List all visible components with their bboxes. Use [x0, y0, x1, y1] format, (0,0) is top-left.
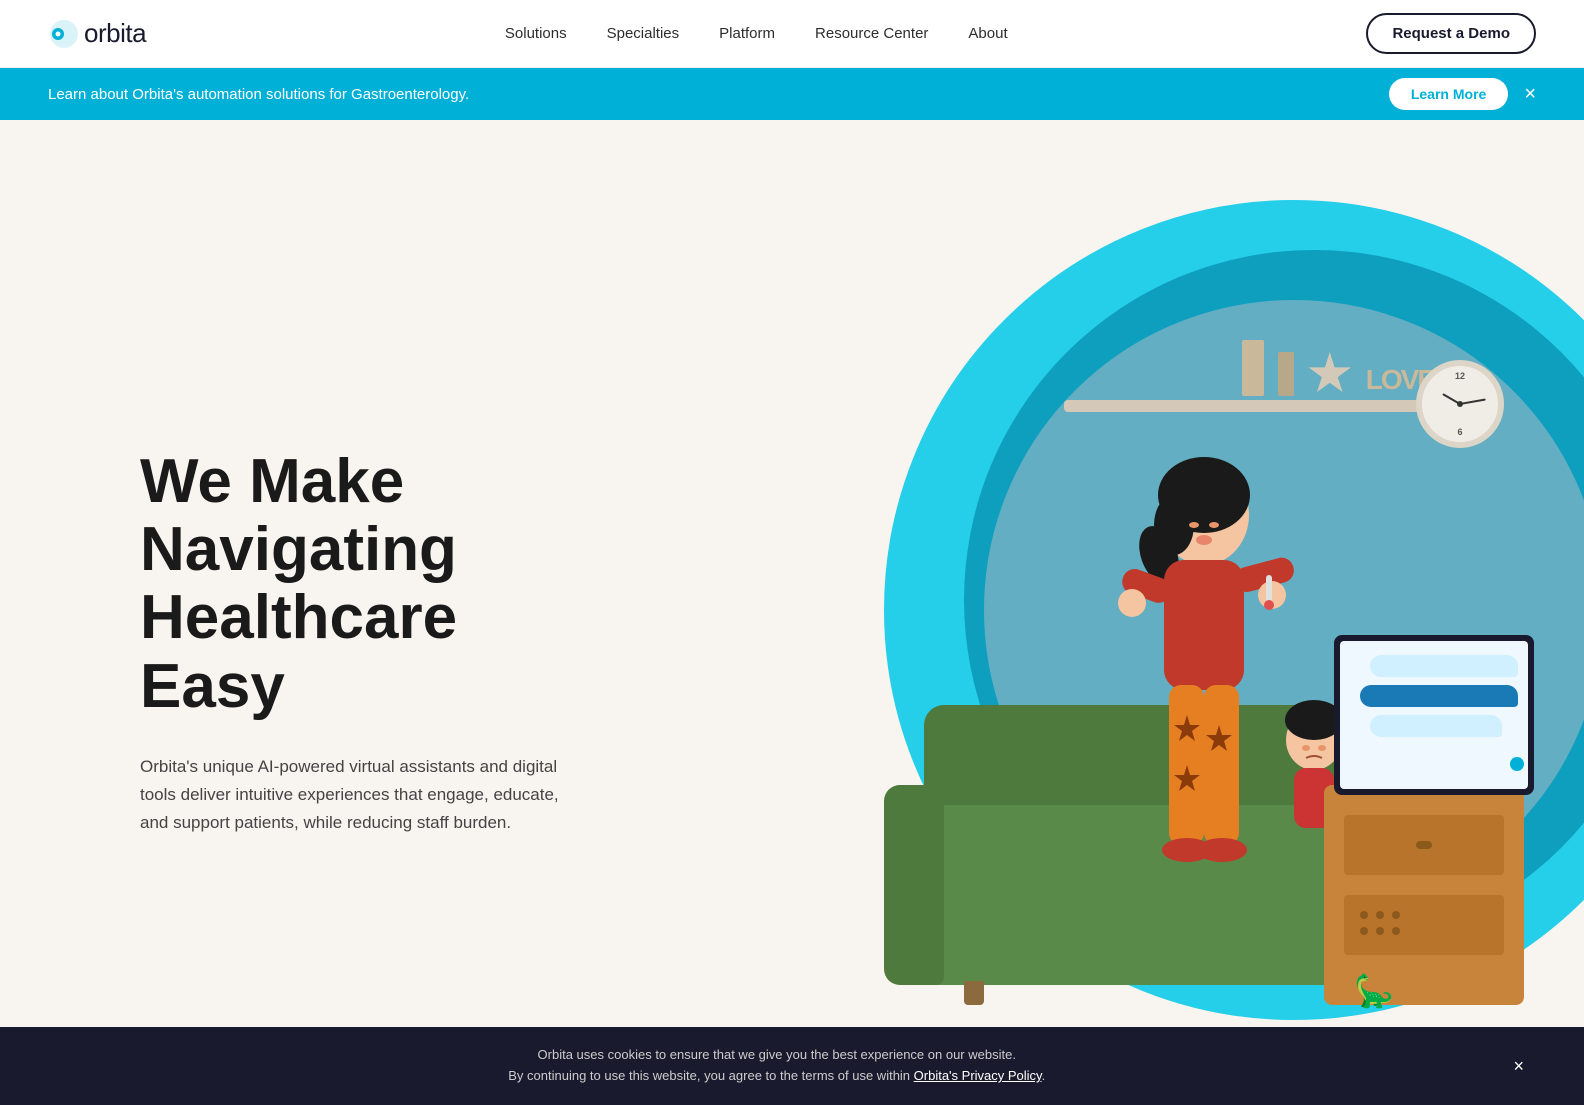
hero-section: We Make Navigating Healthcare Easy Orbit… [0, 120, 1584, 1105]
dot-row-2 [1360, 927, 1504, 935]
drawer-handle-1 [1416, 841, 1432, 849]
dinosaur-toy: 🦕 [1354, 972, 1394, 1010]
hero-illustration: LOVE 12 6 [634, 120, 1584, 1105]
couch-leg-1 [964, 981, 984, 1005]
chat-bubble-2 [1360, 685, 1518, 707]
banner-close-button[interactable]: × [1524, 84, 1536, 104]
chat-bubble-3 [1370, 715, 1502, 737]
laptop-screen [1340, 641, 1528, 789]
logo[interactable]: orbita [48, 18, 146, 50]
nav-specialties[interactable]: Specialties [607, 25, 680, 43]
nav-links: Solutions Specialties Platform Resource … [505, 25, 1008, 43]
nav-solutions[interactable]: Solutions [505, 25, 567, 43]
nav-about[interactable]: About [968, 25, 1007, 43]
dot [1360, 927, 1368, 935]
nav-resource-center[interactable]: Resource Center [815, 25, 928, 43]
hero-title: We Make Navigating Healthcare Easy [140, 448, 560, 721]
dot [1392, 927, 1400, 935]
cookie-banner: Orbita uses cookies to ensure that we gi… [0, 1027, 1584, 1105]
clock-6: 6 [1457, 427, 1462, 437]
shelf-star [1308, 352, 1352, 396]
dot [1376, 927, 1384, 935]
laptop [1334, 635, 1534, 795]
shelf-items: LOVE [1242, 340, 1434, 396]
dot [1360, 911, 1368, 919]
clock-face: 12 6 [1425, 369, 1495, 439]
request-demo-button[interactable]: Request a Demo [1366, 13, 1536, 54]
nightstand-drawer-top [1344, 815, 1504, 875]
couch-arm-left [884, 785, 944, 985]
privacy-policy-link[interactable]: Orbita's Privacy Policy [914, 1068, 1042, 1083]
hero-content: We Make Navigating Healthcare Easy Orbit… [0, 448, 560, 837]
dot-row-1 [1360, 911, 1504, 919]
cookie-line1: Orbita uses cookies to ensure that we gi… [538, 1047, 1016, 1062]
drawer-dots [1344, 895, 1504, 935]
clock-12: 12 [1455, 371, 1465, 381]
chat-bubble-1 [1370, 655, 1518, 677]
dot [1376, 911, 1384, 919]
cookie-close-button[interactable]: × [1513, 1056, 1524, 1077]
orbita-logo-icon [48, 18, 80, 50]
banner-text: Learn about Orbita's automation solution… [48, 86, 469, 103]
cookie-line2: By continuing to use this website, you a… [508, 1068, 913, 1083]
clock-center-dot [1457, 401, 1463, 407]
nightstand-drawer-bottom [1344, 895, 1504, 955]
learn-more-button[interactable]: Learn More [1389, 78, 1508, 110]
shelf-book-2 [1278, 352, 1294, 396]
navbar: orbita Solutions Specialties Platform Re… [0, 0, 1584, 68]
brand-name: orbita [84, 18, 146, 49]
wall-clock: 12 6 [1416, 360, 1504, 448]
hero-description: Orbita's unique AI-powered virtual assis… [140, 753, 560, 837]
dot [1392, 911, 1400, 919]
banner-actions: Learn More × [1389, 78, 1536, 110]
shelf [1064, 400, 1444, 412]
announcement-banner: Learn about Orbita's automation solution… [0, 68, 1584, 120]
shelf-book-1 [1242, 340, 1264, 396]
cookie-period: . [1042, 1068, 1046, 1083]
clock-minute-hand [1460, 399, 1486, 405]
nav-platform[interactable]: Platform [719, 25, 775, 43]
cookie-text: Orbita uses cookies to ensure that we gi… [60, 1045, 1493, 1087]
laptop-indicator-dot [1510, 757, 1524, 771]
